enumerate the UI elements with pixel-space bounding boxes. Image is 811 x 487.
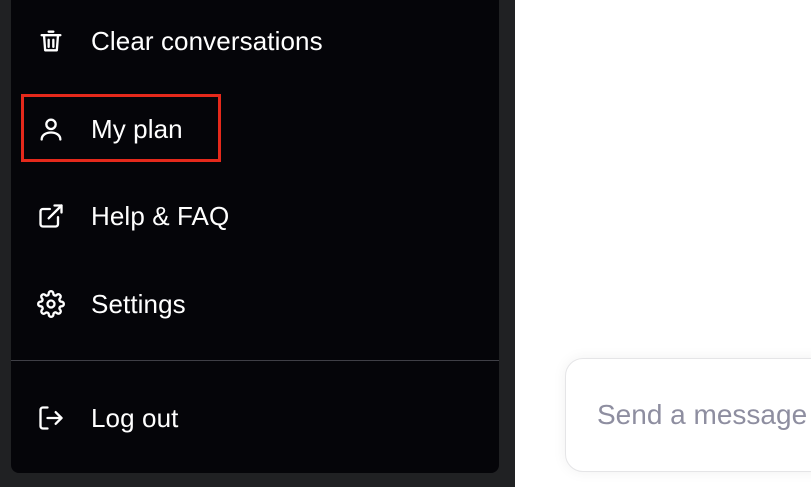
menu-divider — [11, 360, 499, 361]
gear-icon — [37, 290, 65, 318]
menu-item-label: Clear conversations — [91, 25, 323, 56]
menu-item-help-faq[interactable]: Help & FAQ — [11, 186, 499, 246]
trash-icon — [37, 27, 65, 55]
message-input[interactable] — [597, 399, 811, 431]
message-composer — [565, 358, 811, 472]
logout-icon — [37, 404, 65, 432]
menu-item-clear-conversations[interactable]: Clear conversations — [11, 11, 499, 71]
menu-item-settings[interactable]: Settings — [11, 274, 499, 334]
menu-item-label: Settings — [91, 288, 186, 319]
menu-item-label: Help & FAQ — [91, 200, 230, 231]
menu-item-log-out[interactable]: Log out — [11, 388, 499, 448]
account-menu: Clear conversations My plan Help & FAQ S… — [11, 0, 499, 473]
menu-item-label: Log out — [91, 402, 179, 433]
sidebar: Clear conversations My plan Help & FAQ S… — [0, 0, 515, 487]
highlight-box — [21, 94, 221, 162]
external-link-icon — [37, 202, 65, 230]
